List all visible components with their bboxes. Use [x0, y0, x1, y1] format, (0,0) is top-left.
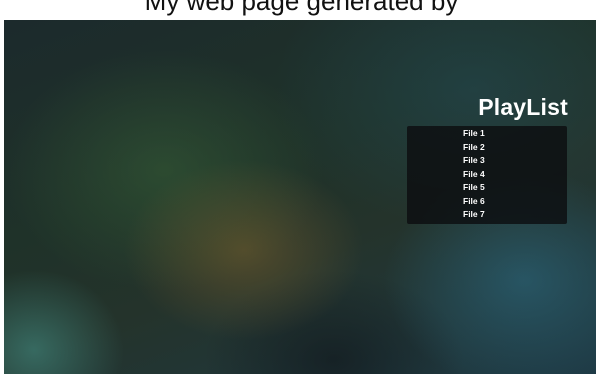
playlist-panel: File 1 File 2 File 3 File 4 File 5 File …: [407, 126, 567, 224]
playlist-title: PlayList: [478, 94, 568, 120]
playlist-item-file-1[interactable]: File 1: [407, 127, 567, 141]
playlist-item-file-6[interactable]: File 6: [407, 195, 567, 209]
playlist-item-file-3[interactable]: File 3: [407, 154, 567, 168]
page-caption: My web page generated by: [0, 0, 603, 20]
playlist-item-file-2[interactable]: File 2: [407, 141, 567, 155]
playlist-item-file-4[interactable]: File 4: [407, 168, 567, 182]
playlist-list: File 1 File 2 File 3 File 4 File 5 File …: [407, 126, 567, 222]
page-caption-text: My web page generated by: [144, 0, 459, 16]
playlist-item-file-5[interactable]: File 5: [407, 181, 567, 195]
player-screen: PlayList File 1 File 2 File 3 File 4 Fil…: [4, 20, 596, 374]
playlist-item-file-7[interactable]: File 7: [407, 208, 567, 222]
